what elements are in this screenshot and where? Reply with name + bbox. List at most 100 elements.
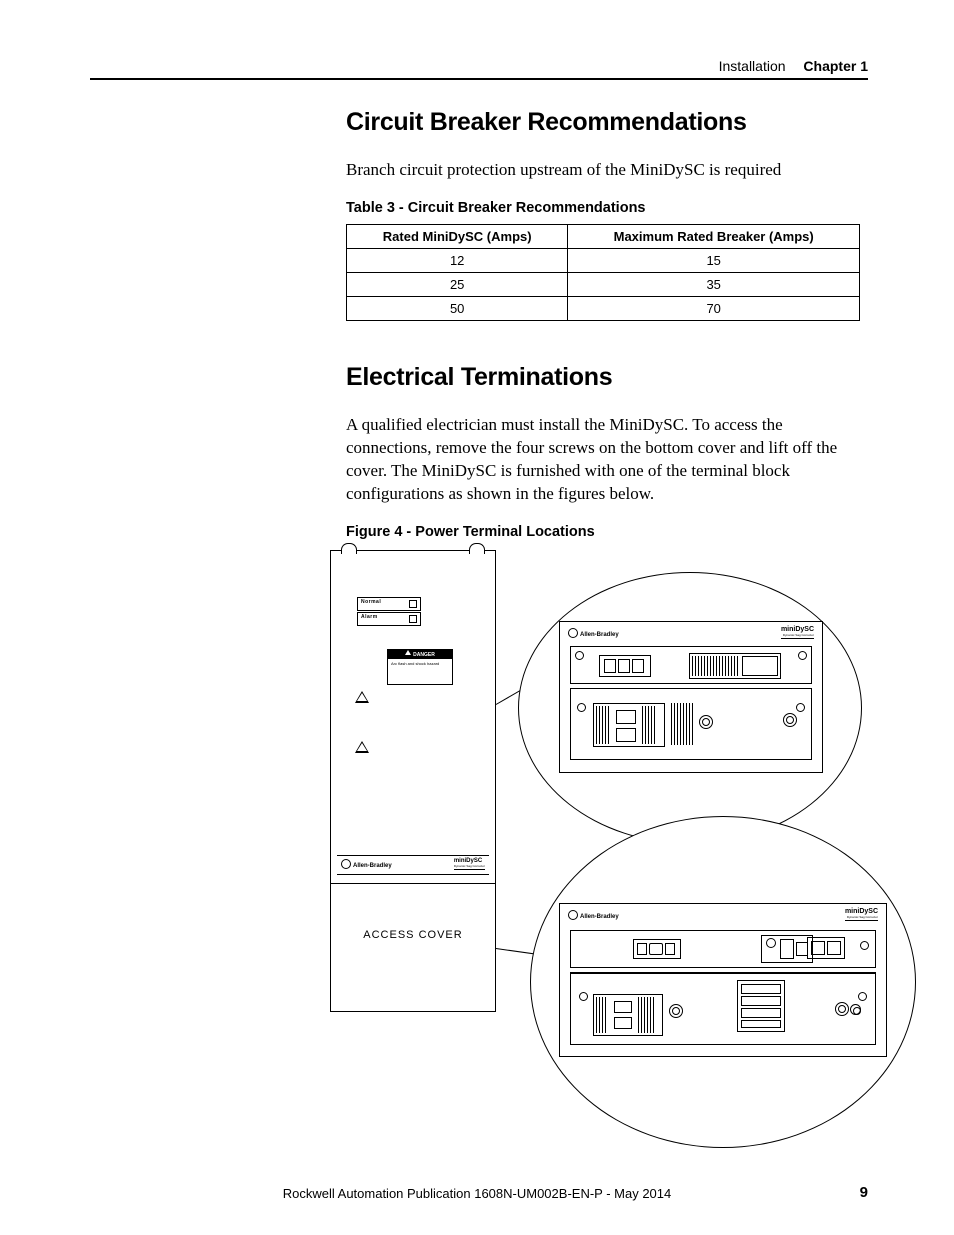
brand-logo-icon (568, 910, 578, 920)
table-cell: 12 (347, 248, 568, 272)
brand-text: Allen-Bradley (580, 914, 619, 920)
screw-hole-icon (796, 703, 805, 712)
io-row (570, 972, 876, 1045)
section-heading-2: Electrical Terminations (346, 363, 868, 392)
product-text: miniDySC (781, 626, 814, 633)
connector-icon (689, 653, 781, 679)
warning-triangle-icon (355, 741, 369, 753)
screw-hole-icon (798, 651, 807, 660)
terminal-block-icon (593, 994, 663, 1036)
port-icon (741, 984, 781, 994)
vent-icon (642, 706, 656, 744)
danger-label: DANGER Arc flash and shock hazard (387, 649, 453, 685)
connector-icon (807, 937, 845, 959)
danger-title: DANGER (413, 652, 435, 658)
port-icon (742, 656, 778, 676)
divider (331, 883, 495, 884)
port-icon (637, 943, 647, 955)
port-icon (614, 1017, 632, 1029)
port-icon (618, 659, 630, 673)
footer-publication: Rockwell Automation Publication 1608N-UM… (0, 1186, 954, 1201)
io-row (570, 688, 812, 760)
screw-icon (669, 1004, 683, 1018)
table-cell: 70 (568, 296, 860, 320)
vent-icon (638, 997, 654, 1033)
terminal-panel-2: Allen-Bradley miniDySCDynamic Sag Correc… (559, 903, 887, 1057)
ground-screw-icon (783, 713, 797, 727)
mount-tab-icon (341, 543, 357, 554)
terminal-block-icon (737, 980, 785, 1032)
table-row: 50 70 (347, 296, 860, 320)
ground-screw-icon (835, 1002, 849, 1016)
figure-4: Normal Alarm DANGER Arc flash and shock … (324, 548, 884, 1158)
nameplate-text: Normal (361, 599, 381, 605)
vent-icon (596, 706, 610, 744)
mount-tab-icon (469, 543, 485, 554)
detail-circle-1: Allen-Bradley miniDySCDynamic Sag Correc… (518, 572, 862, 844)
section1-intro: Branch circuit protection upstream of th… (346, 159, 868, 182)
brand-logo-icon (568, 628, 578, 638)
connector-icon (599, 655, 651, 677)
panel-brand: Allen-Bradley (568, 628, 619, 638)
terminal-panel-1: Allen-Bradley miniDySCDynamic Sag Correc… (559, 621, 823, 773)
product-label: miniDySCDynamic Sag Corrector (454, 858, 485, 870)
table-cell: 15 (568, 248, 860, 272)
screw-hole-icon (577, 703, 586, 712)
product-subtext: Dynamic Sag Corrector (781, 633, 814, 637)
product-subtext: Dynamic Sag Corrector (454, 864, 485, 868)
table-col1-header: Rated MiniDySC (Amps) (347, 224, 568, 248)
vent-icon (596, 997, 608, 1033)
table-caption: Table 3 - Circuit Breaker Recommendation… (346, 200, 868, 216)
nameplate-text: Alarm (361, 614, 378, 620)
port-icon (604, 659, 616, 673)
panel-product: miniDySCDynamic Sag Corrector (845, 908, 878, 921)
led-icon (409, 600, 417, 608)
brand-text: Allen-Bradley (353, 863, 392, 869)
port-icon (632, 659, 644, 673)
table-row: 25 35 (347, 272, 860, 296)
terminal-strip-icon (692, 656, 740, 676)
screw-icon (850, 1004, 861, 1015)
panel-brand: Allen-Bradley (568, 910, 619, 920)
screw-hole-icon (575, 651, 584, 660)
port-icon (614, 1001, 632, 1013)
table-cell: 50 (347, 296, 568, 320)
screw-icon (699, 715, 713, 729)
header-section: Installation (719, 58, 786, 74)
danger-bar: DANGER (388, 650, 452, 659)
product-text: miniDySC (845, 908, 878, 915)
nameplate-icon: Alarm (357, 612, 421, 626)
header-rule (90, 78, 868, 80)
port-icon (616, 728, 636, 742)
port-icon (665, 943, 675, 955)
page-number: 9 (860, 1184, 868, 1201)
port-icon (780, 939, 794, 959)
product-subtext: Dynamic Sag Corrector (845, 915, 878, 919)
port-icon (649, 943, 663, 955)
screw-hole-icon (579, 992, 588, 1001)
led-icon (409, 615, 417, 623)
port-icon (827, 941, 841, 955)
port-icon (616, 710, 636, 724)
warning-triangle-icon (405, 650, 411, 655)
warning-triangle-icon (355, 691, 369, 703)
connector-icon (761, 935, 813, 963)
table-header-row: Rated MiniDySC (Amps) Maximum Rated Brea… (347, 224, 860, 248)
product-text: miniDySC (454, 858, 482, 864)
screw-hole-icon (860, 941, 869, 950)
vent-icon (671, 703, 693, 745)
page: Installation Chapter 1 Circuit Breaker R… (0, 0, 954, 1235)
io-row (570, 646, 812, 684)
figure-caption: Figure 4 - Power Terminal Locations (346, 524, 868, 540)
nameplate-icon: Normal (357, 597, 421, 611)
io-row (570, 930, 876, 968)
section2-body: A qualified electrician must install the… (346, 414, 868, 506)
connector-icon (633, 939, 681, 959)
port-icon (811, 941, 825, 955)
port-icon (741, 1008, 781, 1018)
content-area: Circuit Breaker Recommendations Branch c… (346, 108, 868, 1158)
section-heading-1: Circuit Breaker Recommendations (346, 108, 868, 137)
running-header: Installation Chapter 1 (90, 58, 868, 74)
port-icon (741, 996, 781, 1006)
table-row: 12 15 (347, 248, 860, 272)
